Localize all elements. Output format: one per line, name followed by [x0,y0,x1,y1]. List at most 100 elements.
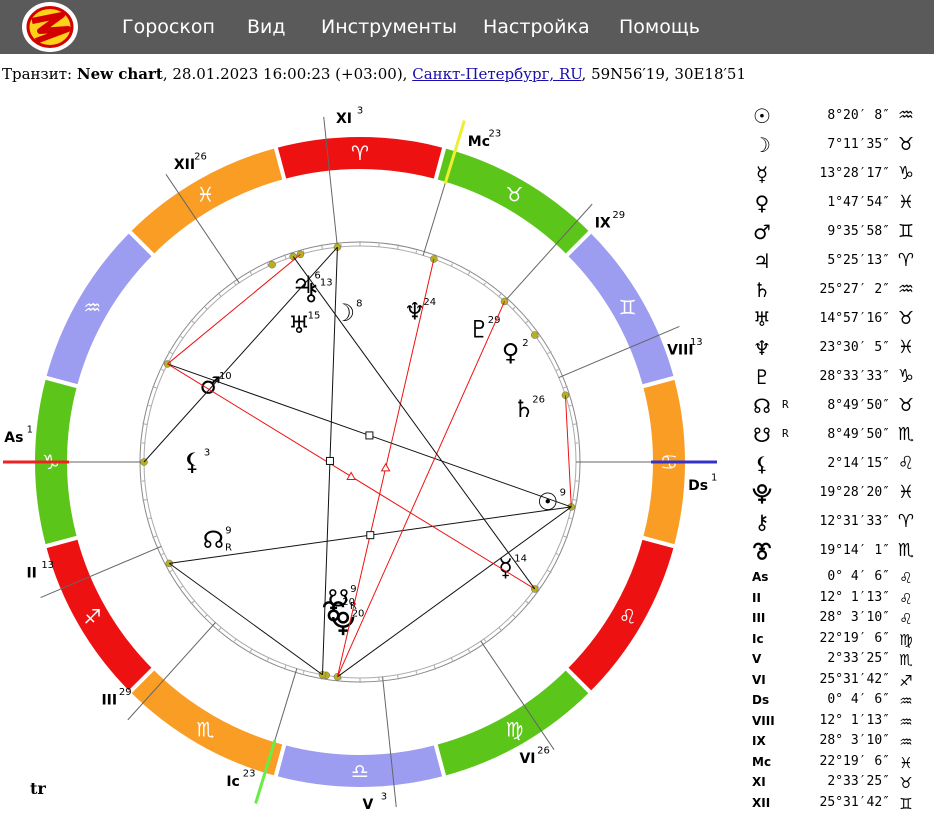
planet-label-glyph: ♇ [468,316,490,344]
sign-glyph: ♒ [899,733,913,751]
planet-glyph: ♇ [753,365,771,389]
planet-glyph: ☊ [753,394,771,418]
planet-label-degree: 2 [522,338,528,349]
sign-glyph: ♈ [897,511,915,532]
position-row: II 12° 1′13″ ♌ [748,589,934,610]
location-link[interactable]: Санкт-Петербург, RU [412,65,581,83]
chart-type-label: tr [30,779,46,798]
planet-dot [530,331,539,339]
planet-label-degree: 13 [320,277,333,288]
house-cusp-label: XI [336,111,352,127]
sign-glyph: ♍ [899,630,913,649]
sign-glyph: ♓ [897,192,915,213]
degree-tick [450,657,454,661]
degree-tick [415,250,418,254]
degree-tick [555,368,559,372]
position-value: 22°19′ 6″ [819,630,890,646]
house-cusp-label: VI [519,751,535,767]
degree-tick [148,517,152,520]
sign-glyph-ring: ♊ [619,296,637,320]
position-value: 12° 1′13″ [819,589,890,605]
planet-label-degree: 20 [352,609,365,620]
position-row: ♆ 23°30′ 5″ ♓ [748,336,934,365]
sign-glyph-ring: ♒ [83,296,101,320]
planet-glyph: ⯓ [752,481,772,505]
menu-horoscope[interactable]: Гороскоп [122,0,215,54]
menu-help[interactable]: Помощь [619,0,700,54]
aspect-square-mark [366,531,375,540]
position-row: IX 28° 3′10″ ♒ [748,732,934,753]
position-value: 7°11′35″ [827,137,890,152]
position-value: 23°30′ 5″ [819,340,890,355]
planet-glyph: VIII [752,713,775,728]
position-value: 19°28′20″ [819,485,890,500]
position-value: 0° 4′ 6″ [827,569,890,584]
planet-label-glyph: ♀ [502,339,520,367]
planet-label-glyph: ⚸ [183,448,201,476]
position-row: XI 2°33′25″ ♉ [748,773,934,794]
position-value: 14°57′16″ [819,311,890,326]
sign-glyph: ♏ [899,651,913,669]
planet-label-glyph: ♄ [513,395,535,423]
app-logo-icon[interactable] [20,1,80,53]
horoscope-wheel[interactable]: ♈♉♊♋♌♍♎♏♐♑♒♓As 1II 13III 29Ic 23V 3VI 26Ds 1VII… [0,95,740,820]
sign-glyph-ring: ♌ [619,605,637,629]
position-value: 19°14′ 1″ [819,543,890,558]
menu-tools[interactable]: Инструменты [321,0,457,54]
degree-tick [512,306,516,310]
degree-tick [180,585,184,589]
position-row: XII 25°31′42″ ♊ [748,794,934,815]
position-value: 25°27′ 2″ [819,282,890,297]
retrograde-marker: R [782,398,789,411]
planet-glyph: III [752,611,766,625]
aspect-square-mark [365,431,374,440]
sign-glyph: ♈ [897,250,915,271]
chart-datetime: , 28.01.2023 16:00:23 (+03:00), [162,65,408,83]
position-row: ☊ R 8°49′50″ ♉ [748,394,934,423]
position-value: 2°14′15″ [827,456,890,471]
degree-tick [568,517,572,520]
planet-glyph: ⚷ [754,510,770,534]
position-row: ☽ 7°11′35″ ♉ [748,133,934,162]
planet-glyph: II [752,590,761,605]
position-row: ⯔ 19°14′ 1″ ♏ [748,539,934,568]
menu-settings[interactable]: Настройка [483,0,590,54]
planet-label-glyph: ☽ [334,299,356,327]
degree-tick [204,614,208,618]
house-cusp-label: Mc [468,134,490,150]
position-row: ♇ 28°33′33″ ♑ [748,365,934,394]
degree-tick [302,670,305,674]
house-cusp-degree: 13 [690,337,703,348]
house-cusp-label: IX [595,216,611,232]
position-row: ⚷ 12°31′33″ ♈ [748,510,934,539]
sign-glyph: ♌ [897,453,915,474]
degree-tick [161,368,165,372]
position-value: 8°20′ 8″ [827,108,890,123]
degree-tick [233,638,237,642]
position-value: 2°33′25″ [827,774,890,789]
house-cusp-degree: 29 [119,687,132,698]
position-row: ⚸ 2°14′15″ ♌ [748,452,934,481]
transit-info-line: Транзит: New chart, 28.01.2023 16:00:23 … [2,65,746,83]
planet-glyph: ♆ [753,336,771,360]
position-value: 9°35′58″ [827,224,890,239]
degree-tick [483,638,487,642]
planet-glyph: V [752,652,762,666]
position-row: VI 25°31′42″ ♐ [748,671,934,692]
positions-list: ☉ 8°20′ 8″ ♒ ☽ 7°11′35″ ♉ ☿ 13°28′17″ ♑ ♀ 1°47′54″… [748,104,934,814]
planet-glyph: ♃ [753,249,771,273]
planet-label-degree: 15 [308,310,321,321]
planet-glyph: ♄ [753,278,771,302]
sign-glyph: ♉ [899,774,913,792]
planet-dot [268,260,276,269]
degree-tick [568,404,572,407]
planet-glyph: IX [752,734,766,748]
position-row: III 28° 3′10″ ♌ [748,609,934,630]
degree-tick [266,657,270,661]
position-value: 12° 1′13″ [819,712,890,728]
planet-glyph: ☉ [753,104,771,128]
house-cusp-degree: 26 [537,746,550,757]
house-cusp-label: Ic [226,774,240,790]
position-row: ♅ 14°57′16″ ♉ [748,307,934,336]
menu-view[interactable]: Вид [247,0,286,54]
